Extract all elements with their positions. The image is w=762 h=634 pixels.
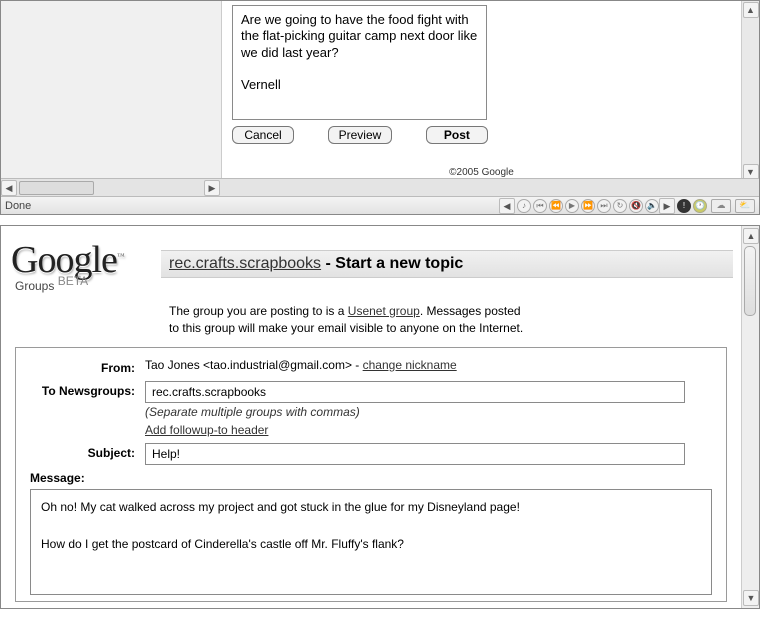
scrollbar-thumb[interactable]: [19, 181, 94, 195]
notice-text-mid: . Messages posted: [420, 304, 521, 318]
status-weather-suncloud-icon[interactable]: ⛅: [735, 199, 755, 213]
post-button[interactable]: Post: [426, 126, 488, 144]
compose-form: From: Tao Jones <tao.industrial@gmail.co…: [15, 347, 727, 602]
from-label: From:: [30, 358, 145, 375]
status-clock-icon[interactable]: 🕐: [693, 199, 707, 213]
scroll-down-icon[interactable]: ▼: [743, 590, 759, 606]
status-bar: Done ◀ ♪ ⏮ ⏪ ▶ ⏩ ⏭ ↻ 🔇 🔈 ▶ ! 🕐 ☁ ⛅: [1, 196, 759, 214]
scroll-left-icon[interactable]: ◀: [1, 180, 17, 196]
logo-subtext: Groups: [15, 279, 54, 293]
horizontal-scrollbar[interactable]: ◀ ▶: [1, 178, 759, 196]
subject-label: Subject:: [30, 443, 145, 460]
notice-text-post: to this group will make your email visib…: [169, 321, 523, 335]
status-media-icon[interactable]: ♪: [517, 199, 531, 213]
status-rewind-icon[interactable]: ⏪: [549, 199, 563, 213]
message-label: Message:: [30, 471, 712, 485]
subject-input[interactable]: [145, 443, 685, 465]
message-textarea[interactable]: Oh no! My cat walked across my project a…: [30, 489, 712, 595]
status-weather-cloud-icon[interactable]: ☁: [711, 199, 731, 213]
usenet-notice: The group you are posting to is a Usenet…: [169, 303, 733, 337]
newsgroups-hint: (Separate multiple groups with commas): [145, 405, 712, 419]
cancel-button[interactable]: Cancel: [232, 126, 294, 144]
newsgroups-label: To Newsgroups:: [30, 381, 145, 398]
page-title-bar: rec.crafts.scrapbooks - Start a new topi…: [161, 250, 733, 278]
browser-window-top: Are we going to have the food fight with…: [0, 0, 760, 215]
preview-button[interactable]: Preview: [328, 126, 393, 144]
trademark-icon: ™: [117, 251, 124, 260]
compose-button-row: Cancel Preview Post: [232, 126, 741, 144]
status-forward-icon[interactable]: ⏩: [581, 199, 595, 213]
status-prev-icon[interactable]: ⏮: [533, 199, 547, 213]
status-nav-right-icon[interactable]: ▶: [659, 198, 675, 214]
status-play-icon[interactable]: ▶: [565, 199, 579, 213]
google-groups-logo: Google™ Groups BETA: [9, 234, 161, 293]
status-text: Done: [5, 200, 31, 212]
compose-textarea[interactable]: Are we going to have the food fight with…: [232, 5, 487, 120]
group-link[interactable]: rec.crafts.scrapbooks: [169, 255, 321, 272]
status-next-icon[interactable]: ⏭: [597, 199, 611, 213]
usenet-group-link[interactable]: Usenet group: [348, 304, 420, 318]
vertical-scrollbar[interactable]: ▲ ▼: [741, 226, 759, 608]
scroll-up-icon[interactable]: ▲: [743, 228, 759, 244]
page-title-suffix: - Start a new topic: [321, 255, 463, 272]
add-followup-link[interactable]: Add followup-to header: [145, 423, 268, 437]
copyright-text: ©2005 Google: [449, 167, 514, 178]
scroll-up-icon[interactable]: ▲: [743, 2, 759, 18]
change-nickname-link[interactable]: change nickname: [363, 358, 457, 372]
beta-badge: BETA: [58, 274, 88, 288]
notice-text-pre: The group you are posting to is a: [169, 304, 348, 318]
newsgroups-input[interactable]: [145, 381, 685, 403]
scroll-right-icon[interactable]: ▶: [204, 180, 220, 196]
vertical-scrollbar[interactable]: ▲ ▼: [741, 1, 759, 181]
browser-window-bottom: Google™ Groups BETA rec.crafts.scrapbook…: [0, 225, 760, 609]
scrollbar-thumb[interactable]: [744, 246, 756, 316]
from-value: Tao Jones <tao.industrial@gmail.com> -: [145, 358, 363, 372]
status-alert-icon[interactable]: !: [677, 199, 691, 213]
status-loop-icon[interactable]: ↻: [613, 199, 627, 213]
status-nav-left-icon[interactable]: ◀: [499, 198, 515, 214]
compose-area: Are we going to have the food fight with…: [221, 1, 741, 181]
status-volume-icon[interactable]: 🔈: [645, 199, 659, 213]
status-mute-icon[interactable]: 🔇: [629, 199, 643, 213]
